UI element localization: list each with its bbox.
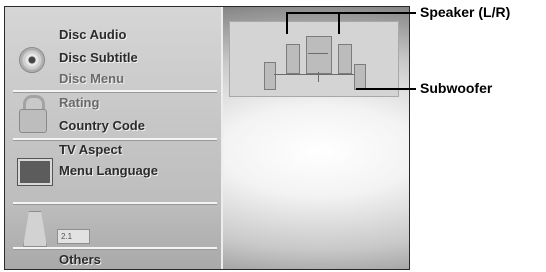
menu-divider: [13, 247, 217, 249]
speaker-callout-tick-right: [338, 12, 340, 34]
speaker-mode-badge: 2.1: [57, 229, 90, 244]
subwoofer-box: [354, 64, 366, 90]
menu-item-disc-audio[interactable]: Disc Audio: [59, 27, 126, 42]
menu-divider: [13, 202, 217, 204]
speaker-icon: [23, 211, 47, 247]
menu-item-rating[interactable]: Rating: [59, 95, 99, 110]
menu-item-others[interactable]: Others: [59, 252, 101, 267]
speaker-layout-diagram: [229, 21, 399, 97]
menu-item-country-code[interactable]: Country Code: [59, 118, 145, 133]
front-right-speaker-box: [338, 44, 352, 74]
menu-item-tv-aspect[interactable]: TV Aspect: [59, 142, 122, 157]
center-display-box: [306, 36, 332, 74]
menu-item-menu-language[interactable]: Menu Language: [59, 163, 158, 178]
speaker-connection-line: [274, 74, 354, 75]
setup-menu-panel: Disc Audio Disc Subtitle Disc Menu Ratin…: [5, 7, 223, 269]
menu-item-disc-subtitle[interactable]: Disc Subtitle: [59, 50, 138, 65]
menu-item-disc-menu[interactable]: Disc Menu: [59, 71, 124, 86]
speaker-callout-label: Speaker (L/R): [420, 4, 511, 20]
speaker-connection-line: [318, 72, 319, 82]
subwoofer-callout-label: Subwoofer: [420, 80, 493, 96]
front-left-speaker-box: [286, 44, 300, 74]
speaker-callout-tick-left: [286, 12, 288, 34]
lock-icon: [19, 109, 47, 133]
menu-divider: [13, 90, 217, 92]
subwoofer-callout-line: [356, 88, 416, 90]
tv-icon: [18, 159, 52, 185]
menu-divider: [13, 138, 217, 140]
setup-screen: Disc Audio Disc Subtitle Disc Menu Ratin…: [4, 6, 410, 270]
display-divider-line: [308, 53, 328, 54]
rear-left-speaker-box: [264, 62, 276, 90]
disc-icon: [19, 47, 45, 73]
speaker-callout-line: [286, 12, 416, 14]
